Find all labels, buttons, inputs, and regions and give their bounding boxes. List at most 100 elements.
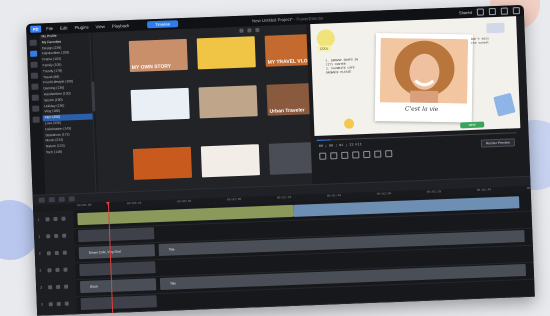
- ruler-tick-label: 00:00:00: [76, 203, 92, 208]
- user-label[interactable]: Shared: [459, 10, 472, 15]
- playback-controls: 00 ; 00 ; 01 ; 22 Fit Render Preview: [315, 129, 522, 167]
- stop-icon[interactable]: [330, 152, 338, 160]
- track-audio-icon[interactable]: [61, 216, 66, 221]
- polaroid-frame: C'est la vie: [374, 33, 473, 123]
- editor-window: PD File Edit Plugins View Playback Timeline …: [26, 4, 535, 316]
- track-visibility-icon[interactable]: [54, 233, 59, 239]
- track-visibility-icon[interactable]: [56, 284, 61, 290]
- subtitle-room-icon[interactable]: [32, 116, 40, 123]
- maximize-icon[interactable]: [500, 7, 508, 15]
- polaroid-caption: C'est la vie: [404, 105, 439, 113]
- template-thumbnail[interactable]: [130, 87, 190, 122]
- track-lock-icon[interactable]: [46, 234, 51, 239]
- timeline-clip[interactable]: Brown Cafe_Vlog Shot: [78, 244, 156, 260]
- sticker-new: NEW: [460, 121, 485, 129]
- title-room-icon[interactable]: [30, 61, 38, 68]
- track-visibility-icon[interactable]: [55, 267, 60, 273]
- audio-room-icon[interactable]: [32, 105, 40, 112]
- menu-item[interactable]: File: [46, 26, 53, 31]
- category-list: My Profile My Favorites Design (239) Handwr…: [39, 32, 97, 195]
- playback-buttons: [319, 150, 393, 160]
- template-thumbnail[interactable]: [198, 85, 258, 119]
- track-audio-icon[interactable]: [64, 284, 69, 289]
- app-logo-icon: PD: [30, 25, 42, 33]
- timeline-clip[interactable]: [79, 261, 156, 277]
- track-lock-icon[interactable]: [45, 217, 50, 222]
- track-audio-icon[interactable]: [64, 301, 69, 306]
- ruler-tick-label: 00:00:40: [176, 199, 192, 204]
- minimize-icon[interactable]: [488, 7, 496, 16]
- snap-icon[interactable]: [48, 197, 55, 203]
- track-number: 2: [38, 251, 41, 256]
- menu-item[interactable]: Plugins: [74, 25, 88, 31]
- transition-room-icon[interactable]: [30, 72, 39, 79]
- template-room-icon[interactable]: [30, 50, 38, 57]
- preview-panel: COOL 1. BROWSE SHOPS IN CITY CENTER 2. F…: [306, 15, 531, 185]
- clip-label: Black: [90, 284, 99, 289]
- clip-label: Title: [169, 281, 177, 286]
- snapshot-icon[interactable]: [374, 150, 382, 158]
- ruler-tick-label: 00:02:00: [376, 192, 392, 196]
- track-number: 3: [40, 285, 43, 290]
- close-icon[interactable]: [512, 7, 520, 15]
- grid-view-icon[interactable]: [239, 28, 244, 33]
- thumbnail-caption: MY TRAVEL VLOG: [267, 58, 312, 66]
- track-visibility-icon[interactable]: [54, 250, 59, 256]
- render-preview-button[interactable]: Render Preview: [480, 138, 516, 148]
- track-visibility-icon[interactable]: [56, 301, 61, 307]
- track-lock-icon[interactable]: [47, 268, 52, 273]
- previous-frame-icon[interactable]: [341, 151, 349, 159]
- tools-icon[interactable]: [68, 196, 75, 202]
- track-audio-icon[interactable]: [62, 233, 67, 238]
- menu-item[interactable]: Edit: [60, 25, 68, 30]
- list-view-icon[interactable]: [247, 28, 252, 33]
- category-item[interactable]: Tech (148): [44, 148, 94, 156]
- track-number: 2: [39, 268, 42, 273]
- track-manager-icon[interactable]: [38, 197, 45, 203]
- sticker-sun: [343, 118, 355, 129]
- track-audio-icon[interactable]: [63, 267, 68, 272]
- timecode: 00 ; 00 ; 01 ; 22 Fit: [318, 143, 362, 149]
- template-thumbnail[interactable]: [132, 146, 193, 180]
- track-visibility-icon[interactable]: [53, 216, 58, 222]
- timeline-clip[interactable]: [77, 227, 155, 243]
- template-thumbnail[interactable]: [200, 144, 260, 178]
- timeline-clip[interactable]: [80, 295, 157, 311]
- effect-room-icon[interactable]: [31, 83, 39, 90]
- track-lock-icon[interactable]: [48, 285, 53, 290]
- thumbnail-caption: MY OWN STORY: [131, 63, 172, 71]
- track-audio-icon[interactable]: [62, 250, 67, 255]
- media-room-icon[interactable]: [29, 39, 37, 46]
- next-frame-icon[interactable]: [352, 151, 360, 159]
- sort-icon[interactable]: [255, 28, 260, 33]
- library-toolbar: [239, 28, 260, 33]
- menu-item[interactable]: Playback: [112, 23, 130, 29]
- ruler-tick-label: 00:00:20: [126, 201, 142, 206]
- sticker-2020: [493, 92, 516, 117]
- timeline-mode-button[interactable]: Timeline: [147, 20, 179, 29]
- track-lock-icon[interactable]: [48, 302, 53, 307]
- volume-icon[interactable]: [385, 150, 393, 158]
- preview-list-text: 1. BROWSE SHOPS IN CITY CENTER 2. FAVORI…: [325, 58, 359, 75]
- clip-label: Brown Cafe_Vlog Shot: [88, 249, 122, 255]
- play-icon[interactable]: [319, 152, 327, 160]
- sticker-room-icon[interactable]: [31, 94, 39, 101]
- ruler-tick-label: 00:01:40: [326, 194, 342, 198]
- template-thumbnail[interactable]: MY OWN STORY: [128, 38, 188, 73]
- template-thumbnail[interactable]: [196, 36, 256, 70]
- project-title: New Untitled Project* - PowerDirector: [251, 15, 324, 24]
- track-header: 3: [36, 295, 78, 315]
- split-icon[interactable]: [58, 196, 65, 202]
- menu-item[interactable]: View: [96, 24, 105, 29]
- sticker-tape: [486, 22, 505, 34]
- fast-forward-icon[interactable]: [363, 150, 371, 159]
- portrait-illustration: [380, 38, 468, 104]
- track-number: 3: [40, 302, 43, 307]
- window-controls: Shared: [459, 7, 520, 16]
- ruler-tick-label: 00:02:20: [426, 190, 442, 194]
- settings-icon[interactable]: [476, 8, 485, 16]
- track-number: 1: [38, 234, 41, 239]
- timeline-clip[interactable]: Black: [79, 278, 157, 294]
- track-lock-icon[interactable]: [46, 251, 51, 256]
- menu-bar: File Edit Plugins View Playback: [46, 23, 129, 31]
